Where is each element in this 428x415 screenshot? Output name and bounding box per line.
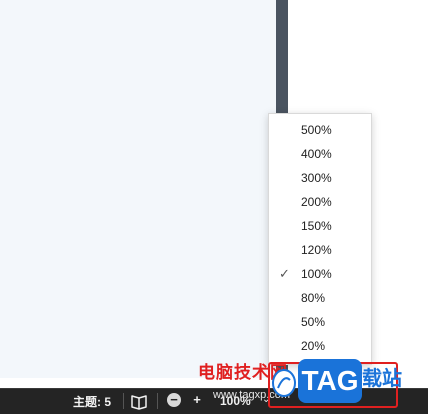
watermark-logo-icon <box>271 368 297 398</box>
zoom-option-500[interactable]: 500% <box>269 118 371 142</box>
zoom-option-label: 300% <box>301 171 332 185</box>
zoom-option-label: 20% <box>301 339 326 353</box>
zoom-option-label: 200% <box>301 195 332 209</box>
zoom-option-label: 100% <box>301 267 332 281</box>
zoom-out-button[interactable]: − <box>167 393 181 407</box>
zoom-option-150[interactable]: 150% <box>269 214 371 238</box>
zoom-dropdown-menu: 500% 400% 300% 200% 150% 120% ✓ 100% 80%… <box>268 113 372 365</box>
checkmark-icon: ✓ <box>279 266 290 281</box>
zoom-option-50[interactable]: 50% <box>269 310 371 334</box>
zoom-option-label: 80% <box>301 291 326 305</box>
zoom-option-label: 120% <box>301 243 332 257</box>
zoom-option-label: 400% <box>301 147 332 161</box>
zoom-option-200[interactable]: 200% <box>269 190 371 214</box>
zoom-option-300[interactable]: 300% <box>269 166 371 190</box>
separator <box>123 393 124 409</box>
zoom-option-label: 50% <box>301 315 326 329</box>
watermark-tag-logo: TAG <box>298 359 362 403</box>
zoom-option-100[interactable]: ✓ 100% <box>269 262 371 286</box>
zoom-option-120[interactable]: 120% <box>269 238 371 262</box>
zoom-option-label: 150% <box>301 219 332 233</box>
mindmap-canvas[interactable] <box>0 0 276 378</box>
topic-count: 主题: 5 <box>73 395 112 409</box>
separator <box>157 393 158 409</box>
zoom-option-20[interactable]: 20% <box>269 334 371 358</box>
zoom-option-80[interactable]: 80% <box>269 286 371 310</box>
zoom-in-button[interactable]: + <box>190 393 204 407</box>
zoom-option-400[interactable]: 400% <box>269 142 371 166</box>
book-icon[interactable] <box>130 392 148 410</box>
watermark-suffix: 载站 <box>362 368 402 390</box>
zoom-option-label: 500% <box>301 123 332 137</box>
